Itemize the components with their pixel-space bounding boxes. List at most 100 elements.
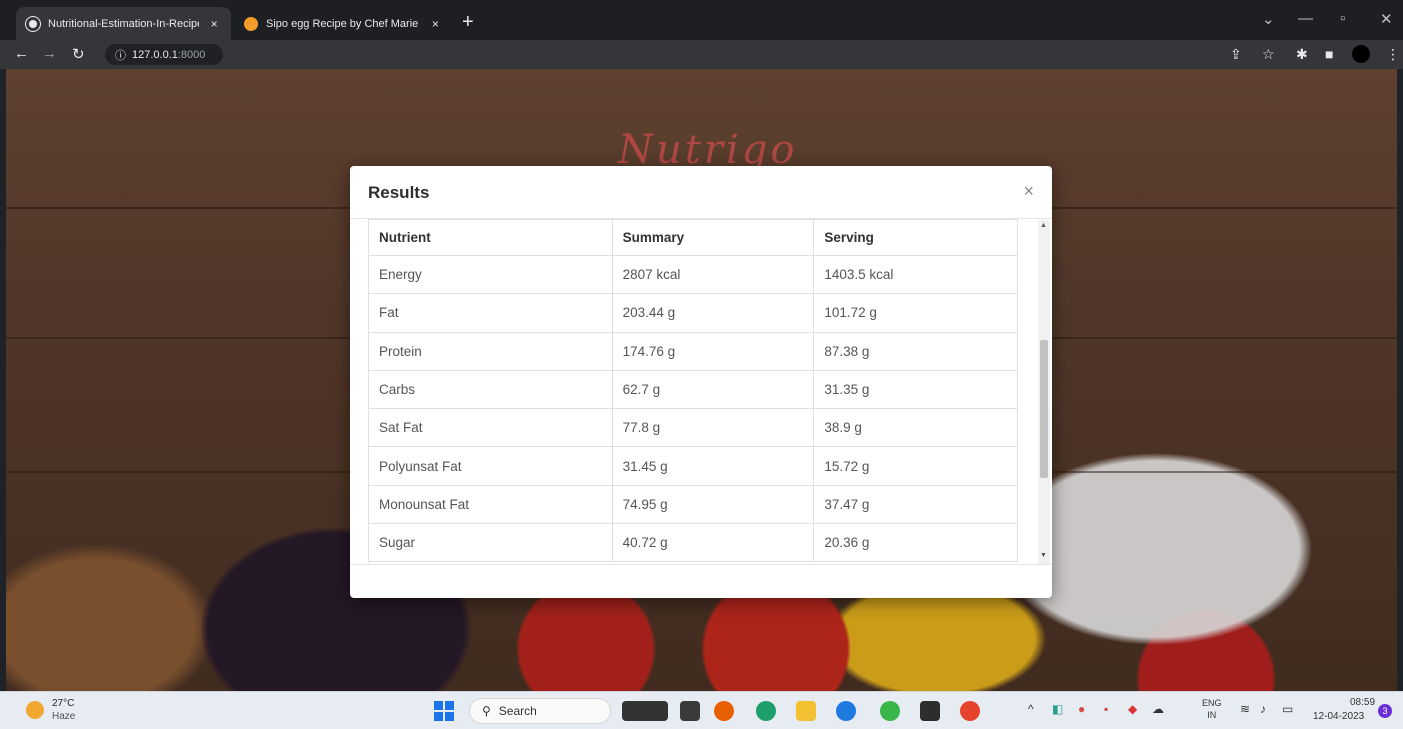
results-modal: Results × Nutrient Summary Serving Energ… <box>350 166 1052 598</box>
tab-close-icon[interactable]: × <box>207 17 221 31</box>
chrome-app-icon[interactable] <box>756 701 776 721</box>
summary-cell: 62.7 g <box>611 369 815 410</box>
summary-cell: 203.44 g <box>611 293 815 333</box>
serving-cell: 38.9 g <box>813 408 1018 448</box>
weather-temperature: 27°C <box>52 698 75 709</box>
modal-close-icon[interactable]: × <box>1023 181 1034 202</box>
globe-icon <box>26 16 40 31</box>
tray-chevron-icon[interactable]: ^ <box>1028 702 1034 716</box>
weather-sun-icon[interactable] <box>26 701 44 719</box>
nutrient-cell: Sat Fat <box>368 408 613 448</box>
summary-cell: 74.95 g <box>611 484 815 525</box>
table-row: Energy 2807 kcal 1403.5 kcal <box>368 254 1018 295</box>
nutrient-cell: Monounsat Fat <box>368 484 613 525</box>
tab-close-icon[interactable]: × <box>429 17 442 31</box>
serving-cell: 37.47 g <box>813 484 1018 525</box>
table-row: Carbs 62.7 g 31.35 g <box>368 369 1018 410</box>
tab-title: Nutritional-Estimation-In-Recipe <box>48 17 200 30</box>
table-row: Protein 174.76 g 87.38 g <box>368 331 1018 371</box>
table-scrollbar[interactable]: ▲ ▼ <box>1038 220 1050 564</box>
tray-app-icon[interactable]: ◧ <box>1052 702 1063 716</box>
windows-taskbar: 27°C Haze ⚲ Search ^ ◧ ● ▪ ◆ ☁ ENG IN ≋ … <box>0 691 1403 729</box>
menu-kebab-icon[interactable]: ⋮ <box>1386 46 1400 63</box>
tab-search-chevron-icon[interactable]: ⌄ <box>1262 10 1275 28</box>
results-table: Nutrient Summary Serving Energy 2807 kca… <box>368 219 1018 563</box>
summary-cell: 40.72 g <box>611 523 815 563</box>
back-arrow-icon[interactable]: ← <box>14 45 29 62</box>
firefox-icon[interactable] <box>714 701 734 721</box>
share-icon[interactable]: ⇪ <box>1230 46 1242 63</box>
clock-time[interactable]: 08:59 <box>1350 697 1375 708</box>
onedrive-cloud-icon[interactable]: ☁ <box>1152 702 1164 716</box>
file-explorer-icon[interactable] <box>680 701 700 721</box>
table-row: Fat 203.44 g 101.72 g <box>368 293 1018 333</box>
tray-app-icon[interactable]: ▪ <box>1104 702 1108 716</box>
language-region: IN <box>1207 710 1217 720</box>
widget-image-icon[interactable] <box>622 701 668 721</box>
browser-tab-bar: Nutritional-Estimation-In-Recipe × Sipo … <box>0 0 1403 40</box>
page-background: Nutrigo Results × Nutrient Summary Servi… <box>6 69 1397 691</box>
nutrient-cell: Polyunsat Fat <box>368 446 613 486</box>
maximize-icon[interactable]: ▫ <box>1340 10 1345 27</box>
terminal-icon[interactable] <box>920 701 940 721</box>
serving-cell: 87.38 g <box>813 331 1018 371</box>
minimize-icon[interactable]: — <box>1298 10 1313 27</box>
forward-arrow-icon[interactable]: → <box>42 45 57 62</box>
clock-date[interactable]: 12-04-2023 <box>1313 711 1364 722</box>
column-header: Nutrient <box>368 219 613 256</box>
info-icon: ⓘ <box>115 49 126 62</box>
search-icon: ⚲ <box>482 704 491 718</box>
serving-cell: 31.35 g <box>813 369 1018 410</box>
tab-sipo-egg-recipe[interactable]: Sipo egg Recipe by Chef Marie R × <box>234 7 452 40</box>
new-tab-button[interactable]: + <box>462 12 474 32</box>
tray-app-icon[interactable]: ◆ <box>1128 702 1137 716</box>
scroll-up-arrow-icon[interactable]: ▲ <box>1040 222 1047 229</box>
table-row: Sat Fat 77.8 g 38.9 g <box>368 408 1018 448</box>
scrollbar-thumb[interactable] <box>1040 340 1048 478</box>
weather-condition: Haze <box>52 711 76 722</box>
folder-icon[interactable] <box>796 701 816 721</box>
nutrient-cell: Carbs <box>368 369 613 410</box>
summary-cell: 174.76 g <box>611 331 815 371</box>
volume-icon[interactable]: ♪ <box>1260 702 1266 716</box>
divider <box>350 564 1052 565</box>
table-row: Monounsat Fat 74.95 g 37.47 g <box>368 484 1018 525</box>
modal-title: Results <box>368 183 430 202</box>
edge-icon[interactable] <box>836 701 856 721</box>
browser-toolbar: ← → ↻ ⓘ 127.0.0.1:8000 ⇪ ☆ ✱ ■ ⋮ <box>0 40 1403 69</box>
battery-icon[interactable]: ▭ <box>1282 702 1293 716</box>
whatsapp-icon[interactable] <box>880 701 900 721</box>
serving-cell: 20.36 g <box>813 523 1018 563</box>
windows-start-icon[interactable] <box>434 701 454 721</box>
address-port: :8000 <box>177 48 206 61</box>
column-header: Summary <box>611 219 815 256</box>
chef-favicon-icon <box>244 16 258 31</box>
scroll-down-arrow-icon[interactable]: ▼ <box>1040 552 1047 559</box>
summary-cell: 2807 kcal <box>611 254 815 295</box>
profile-avatar-icon[interactable] <box>1352 45 1370 63</box>
sidepanel-icon[interactable]: ■ <box>1325 46 1333 62</box>
tab-title: Sipo egg Recipe by Chef Marie R <box>266 17 421 30</box>
results-table-scroll[interactable]: Nutrient Summary Serving Energy 2807 kca… <box>368 219 1048 563</box>
chrome-icon[interactable] <box>960 701 980 721</box>
address-bar[interactable]: ⓘ 127.0.0.1:8000 <box>105 44 223 65</box>
reload-icon[interactable]: ↻ <box>72 45 85 63</box>
window-close-icon[interactable]: ✕ <box>1380 10 1393 28</box>
serving-cell: 101.72 g <box>813 293 1018 333</box>
nutrient-cell: Sugar <box>368 523 613 563</box>
language-code: ENG <box>1202 698 1222 708</box>
table-row: Sugar 40.72 g 20.36 g <box>368 523 1018 563</box>
wifi-icon[interactable]: ≋ <box>1240 702 1250 716</box>
search-label: Search <box>498 704 537 718</box>
tab-nutritional-estimation[interactable]: Nutritional-Estimation-In-Recipe × <box>16 7 231 40</box>
extensions-icon[interactable]: ✱ <box>1296 46 1308 63</box>
notification-badge[interactable]: 3 <box>1378 704 1392 718</box>
tray-app-icon[interactable]: ● <box>1078 702 1085 716</box>
table-row: Polyunsat Fat 31.45 g 15.72 g <box>368 446 1018 486</box>
table-header-row: Nutrient Summary Serving <box>368 219 1018 256</box>
bookmark-star-icon[interactable]: ☆ <box>1262 46 1275 63</box>
address-host: 127.0.0.1 <box>132 48 178 61</box>
taskbar-search[interactable]: ⚲ Search <box>469 698 611 724</box>
serving-cell: 15.72 g <box>813 446 1018 486</box>
language-indicator[interactable]: ENG IN <box>1202 697 1222 721</box>
